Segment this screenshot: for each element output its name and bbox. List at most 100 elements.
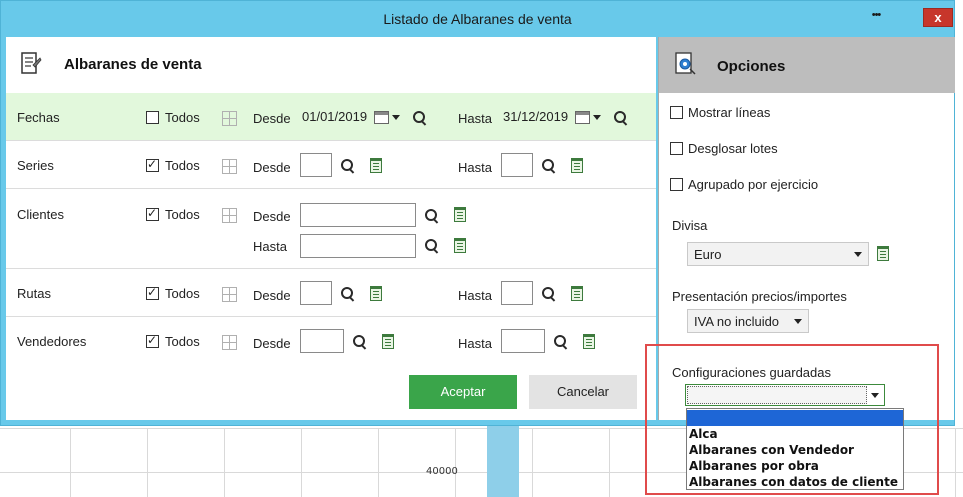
chevron-down-icon [392, 115, 400, 120]
todos-label: Todos [165, 334, 200, 349]
search-icon[interactable] [340, 158, 356, 174]
search-icon[interactable] [352, 334, 368, 350]
search-icon[interactable] [613, 110, 629, 126]
filter-row-vendedores: Vendedores Todos Desde Hasta [6, 317, 656, 365]
desde-label: Desde [253, 336, 291, 351]
background-gridline [147, 428, 148, 497]
hasta-label: Hasta [458, 160, 492, 175]
calendar-icon [374, 111, 389, 124]
presentacion-value: IVA no incluido [694, 314, 780, 329]
todos-label: Todos [165, 158, 200, 173]
hasta-input[interactable] [300, 234, 416, 258]
agrupado-label: Agrupado por ejercicio [688, 177, 819, 192]
notes-icon[interactable] [454, 238, 466, 253]
mostrar-lineas-checkbox[interactable] [670, 106, 683, 119]
hasta-date-field[interactable]: 31/12/2019 [501, 106, 573, 130]
search-icon[interactable] [340, 286, 356, 302]
desglosar-lotes-label: Desglosar lotes [688, 141, 778, 156]
notes-icon[interactable] [571, 286, 583, 301]
filters-panel: Albaranes de venta Fechas Todos Desde 01… [6, 37, 656, 420]
grid-icon[interactable] [222, 111, 237, 126]
presentacion-select[interactable]: IVA no incluido [687, 309, 809, 333]
hasta-input[interactable] [501, 153, 533, 177]
notes-icon[interactable] [571, 158, 583, 173]
calendar-dropdown[interactable] [372, 107, 404, 129]
desde-date-field[interactable]: 01/01/2019 [300, 106, 372, 130]
row-label: Fechas [17, 110, 60, 125]
agrupado-checkbox[interactable] [670, 178, 683, 191]
calendar-dropdown[interactable] [573, 107, 605, 129]
close-button[interactable]: x [923, 8, 953, 27]
hasta-label: Hasta [253, 239, 287, 254]
desglosar-lotes-checkbox[interactable] [670, 142, 683, 155]
notes-icon[interactable] [877, 246, 889, 261]
row-label: Clientes [17, 207, 64, 222]
divisa-select[interactable]: Euro [687, 242, 869, 266]
hasta-label: Hasta [458, 111, 492, 126]
grid-icon[interactable] [222, 287, 237, 302]
background-gridline [455, 428, 456, 497]
todos-checkbox[interactable] [146, 157, 159, 172]
mostrar-lineas-label: Mostrar líneas [688, 105, 771, 120]
todos-label: Todos [165, 110, 200, 125]
hasta-input[interactable] [501, 329, 545, 353]
todos-checkbox[interactable] [146, 333, 159, 348]
grid-icon[interactable] [222, 335, 237, 350]
options-header: Opciones [659, 37, 955, 93]
row-label: Series [17, 158, 54, 173]
presentacion-label: Presentación precios/importes [672, 289, 847, 304]
filter-row-series: Series Todos Desde Hasta [6, 141, 656, 189]
todos-label: Todos [165, 286, 200, 301]
chevron-down-icon [794, 319, 802, 324]
desde-input[interactable] [300, 203, 416, 227]
search-icon[interactable] [412, 110, 428, 126]
search-icon[interactable] [424, 208, 440, 224]
desde-input[interactable] [300, 329, 344, 353]
grid-icon[interactable] [222, 208, 237, 223]
desde-input[interactable] [300, 281, 332, 305]
hasta-input[interactable] [501, 281, 533, 305]
desde-label: Desde [253, 160, 291, 175]
todos-checkbox[interactable] [146, 206, 159, 221]
options-title: Opciones [717, 58, 786, 75]
title-bar[interactable]: Listado de Albaranes de venta ••• x [1, 1, 954, 37]
search-icon[interactable] [553, 334, 569, 350]
settings-document-icon [675, 52, 696, 75]
annotation-highlight-box [645, 344, 939, 495]
search-icon[interactable] [541, 158, 557, 174]
background-gridline [224, 428, 225, 497]
background-gridline [70, 428, 71, 497]
chevron-down-icon [593, 115, 601, 120]
window-title: Listado de Albaranes de venta [383, 11, 572, 27]
todos-checkbox[interactable] [146, 285, 159, 300]
cancel-button[interactable]: Cancelar [529, 375, 637, 409]
notes-icon[interactable] [370, 286, 382, 301]
divisa-label: Divisa [672, 218, 708, 233]
desde-input[interactable] [300, 153, 332, 177]
row-label: Vendedores [17, 334, 87, 349]
more-options-button[interactable]: ••• [867, 9, 885, 27]
filters-header: Albaranes de venta [6, 37, 656, 93]
search-icon[interactable] [424, 238, 440, 254]
notes-icon[interactable] [370, 158, 382, 173]
calendar-icon [575, 111, 590, 124]
chevron-down-icon [854, 252, 862, 257]
desde-label: Desde [253, 111, 291, 126]
document-list-icon [21, 52, 42, 74]
desde-label: Desde [253, 209, 291, 224]
search-icon[interactable] [541, 286, 557, 302]
row-label: Rutas [17, 286, 51, 301]
background-gridline [609, 428, 610, 497]
notes-icon[interactable] [454, 207, 466, 222]
filter-row-fechas: Fechas Todos Desde 01/01/2019 Hasta 31/1… [6, 93, 656, 141]
todos-label: Todos [165, 207, 200, 222]
accept-button[interactable]: Aceptar [409, 375, 517, 409]
background-gridline [532, 428, 533, 497]
notes-icon[interactable] [583, 334, 595, 349]
background-gridline [378, 428, 379, 497]
todos-checkbox[interactable] [146, 111, 159, 124]
grid-icon[interactable] [222, 159, 237, 174]
notes-icon[interactable] [382, 334, 394, 349]
desde-label: Desde [253, 288, 291, 303]
background-chart-bar [487, 420, 519, 497]
